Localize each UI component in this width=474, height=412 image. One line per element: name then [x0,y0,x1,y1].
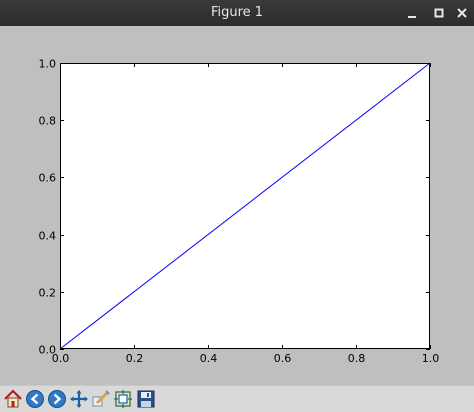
x-tick-label: 0.2 [126,352,144,365]
title-bar[interactable]: Figure 1 [0,0,474,26]
forward-arrow-icon [48,390,66,408]
close-button[interactable] [454,5,470,21]
home-button[interactable] [3,389,23,409]
floppy-disk-icon [137,390,155,408]
y-tick-label: 0.8 [39,115,57,128]
window-title: Figure 1 [210,5,264,20]
maximize-button[interactable] [431,5,447,21]
maximize-icon [434,8,444,18]
y-tick-label: 0.2 [39,287,57,300]
forward-button[interactable] [47,389,67,409]
back-arrow-icon [26,390,44,408]
y-tick-label: 0.4 [39,230,57,243]
close-icon [457,8,467,18]
home-icon [4,389,22,408]
y-tick-label: 0.6 [39,172,57,185]
x-tick-label: 1.0 [422,352,440,365]
y-tick-label: 1.0 [39,58,57,71]
back-button[interactable] [25,389,45,409]
y-tick-label: 0.0 [39,344,57,357]
subplots-button[interactable] [113,389,133,409]
pan-button[interactable] [69,389,89,409]
figure-canvas[interactable]: 0.0 0.2 0.4 0.6 0.8 1.0 0.0 0.2 0.4 0.6 0.8 1.0 [0,26,474,385]
figure-window: Figure 1 0.0 0.2 0.4 0.6 0.8 1.0 0.0 0.2 0.4 0.6 0… [0,0,474,412]
plot-svg: 0.0 0.2 0.4 0.6 0.8 1.00.00.20.40.60.81.0 [39,58,440,366]
zoom-button[interactable] [91,389,111,409]
minimize-icon [408,16,416,18]
navigation-toolbar [0,385,474,412]
minimize-button[interactable] [404,5,420,21]
pan-cross-icon [70,390,88,408]
zoom-rect-icon [92,390,110,407]
x-tick-label: 0.6 [274,352,292,365]
x-tick-label: 0.8 [348,352,366,365]
subplots-config-icon [114,390,132,408]
save-button[interactable] [136,389,156,409]
x-tick-label: 0.4 [200,352,218,365]
